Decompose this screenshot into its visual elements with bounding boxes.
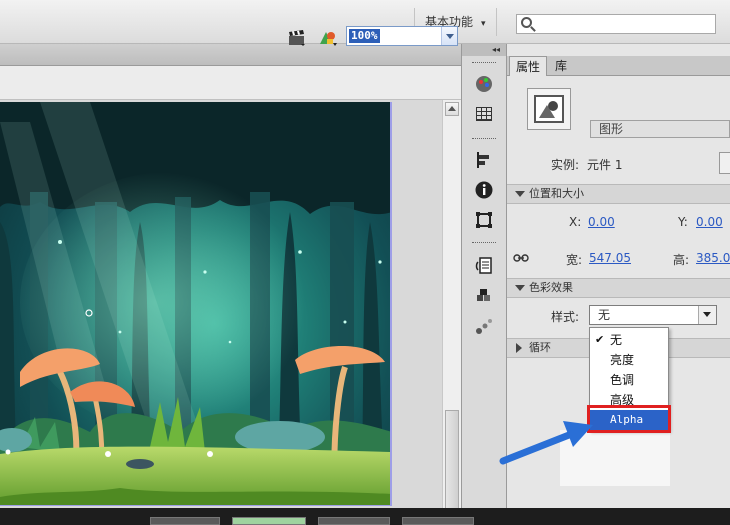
panel-grip[interactable] [472,62,496,65]
swatches-icon[interactable] [474,104,494,124]
chevron-down-icon[interactable] [441,27,457,45]
section-title: 位置和大小 [529,187,584,200]
zoom-combobox[interactable]: 100% [346,26,458,46]
graphic-symbol-icon [534,95,564,123]
style-label: 样式: [551,310,580,324]
chevron-down-icon[interactable] [698,306,716,324]
chevron-down-icon [515,285,525,291]
section-position-size[interactable]: 位置和大小 [507,184,730,204]
checkmark-icon: ✔ [595,333,605,346]
y-label: Y: [678,215,688,229]
search-icon [521,17,532,28]
taskbar-button[interactable] [150,517,220,525]
align-icon[interactable] [474,150,494,170]
code-snippets-icon[interactable] [474,256,494,276]
taskbar [0,508,730,525]
section-color-effect[interactable]: 色彩效果 [507,278,730,298]
x-value-field[interactable]: 0.00 [588,215,615,229]
section-title: 循环 [529,341,551,354]
scroll-up-button[interactable] [445,102,459,116]
forest-scene-image [0,102,390,505]
panel-grip[interactable] [472,138,496,141]
edit-scene-icon[interactable] [288,30,306,46]
symbol-thumbnail [527,88,571,130]
style-selected-value: 无 [598,308,611,322]
document-tab-bar [0,44,461,66]
stage-canvas[interactable] [0,102,392,506]
annotation-arrow-icon [499,421,593,465]
zoom-value[interactable]: 100% [349,29,380,43]
tab-properties[interactable]: 属性 [509,56,548,76]
width-label: 宽: [566,253,583,267]
transform-icon[interactable] [474,210,494,230]
instance-name: 元件 1 [587,158,623,172]
style-option-brightness[interactable]: 亮度 [590,350,668,370]
width-value-field[interactable]: 547.05 [589,251,631,265]
lock-proportions-link-icon[interactable] [513,253,529,263]
stage-vertical-scrollbar[interactable] [442,100,461,520]
motion-presets-icon[interactable] [474,316,494,336]
style-option-none[interactable]: ✔ 无 [590,330,668,350]
chevron-down-icon: ▾ [481,19,486,29]
scrollbar-thumb[interactable] [445,410,459,510]
edit-symbols-icon[interactable] [318,30,338,46]
swap-symbol-button[interactable] [719,152,730,174]
chevron-right-icon [516,343,522,353]
symbol-type-select[interactable]: 图形 [590,120,730,138]
edit-bar [0,66,461,100]
panel-grip[interactable] [472,242,496,245]
height-label: 高: [673,253,690,267]
section-title: 色彩效果 [529,281,573,294]
height-value-field[interactable]: 385.00 [696,251,730,265]
color-panel-icon[interactable] [474,74,494,94]
option-label: 无 [610,333,623,347]
chevron-down-icon [515,191,525,197]
stage-header [0,44,461,100]
color-style-select[interactable]: 无 [589,305,717,325]
components-icon[interactable] [474,286,494,306]
taskbar-button-active[interactable] [232,517,306,525]
panel-tab-bar: 属性 库 [507,56,730,76]
info-icon[interactable] [474,180,494,200]
style-option-tint[interactable]: 色调 [590,370,668,390]
tab-library[interactable]: 库 [549,56,573,76]
collapse-panels-button[interactable]: ◂◂ [462,44,506,56]
help-search-box[interactable] [516,14,716,34]
y-value-field[interactable]: 0.00 [696,215,723,229]
help-search-input[interactable] [537,15,713,33]
x-label: X: [569,215,582,229]
taskbar-button[interactable] [318,517,390,525]
instance-label: 实例: [551,158,580,172]
taskbar-button[interactable] [402,517,474,525]
